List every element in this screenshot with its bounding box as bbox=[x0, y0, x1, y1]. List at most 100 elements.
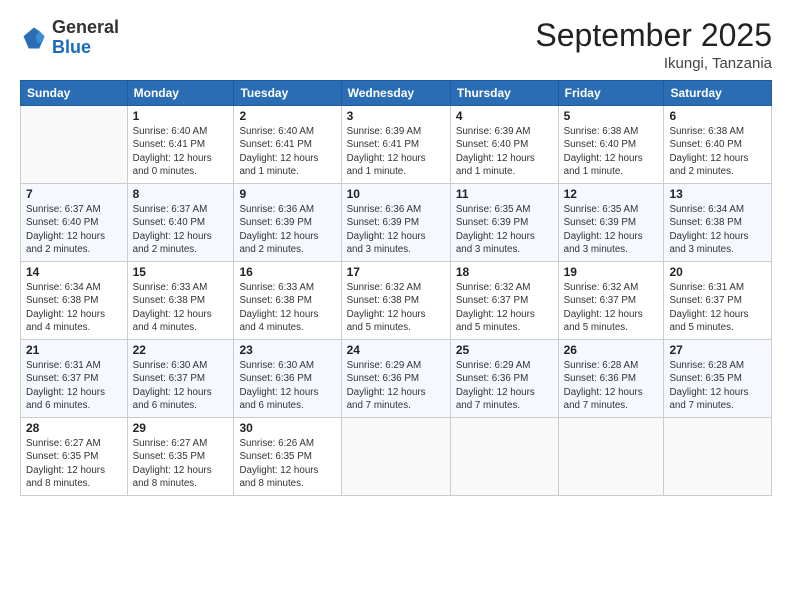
calendar-cell: 29 Sunrise: 6:27 AM Sunset: 6:35 PM Dayli… bbox=[127, 418, 234, 496]
day-info: Sunrise: 6:29 AM Sunset: 6:36 PM Dayligh… bbox=[347, 359, 445, 412]
calendar-cell bbox=[450, 418, 558, 496]
day-number: 28 bbox=[26, 421, 122, 435]
calendar-cell: 4Sunrise: 6:39 AM Sunset: 6:40 PM Daylig… bbox=[450, 106, 558, 184]
col-tuesday: Tuesday bbox=[234, 81, 341, 106]
day-info: Sunrise: 6:27 AM Sunset: 6:35 PM Dayligh… bbox=[26, 437, 122, 490]
day-number: 23 bbox=[239, 343, 335, 357]
logo-general: General bbox=[52, 17, 119, 37]
calendar-cell: 13 Sunrise: 6:34 AM Sunset: 6:38 PM Dayli… bbox=[664, 184, 772, 262]
day-number: 13 bbox=[669, 187, 766, 201]
day-info: Sunrise: 6:31 AM Sunset: 6:37 PM Dayligh… bbox=[26, 359, 122, 412]
day-number: 7 bbox=[26, 187, 122, 201]
location: Ikungi, Tanzania bbox=[535, 55, 772, 72]
day-info: Sunrise: 6:35 AM Sunset: 6:39 PM Dayligh… bbox=[564, 203, 659, 256]
day-number: 24 bbox=[347, 343, 445, 357]
calendar-header-row: Sunday Monday Tuesday Wednesday Thursday… bbox=[21, 81, 772, 106]
title-block: September 2025 Ikungi, Tanzania bbox=[535, 18, 772, 72]
day-number: 11 bbox=[456, 187, 553, 201]
calendar-cell: 18Sunrise: 6:32 AM Sunset: 6:37 PM Dayli… bbox=[450, 262, 558, 340]
day-number: 30 bbox=[239, 421, 335, 435]
calendar-cell: 21 Sunrise: 6:31 AM Sunset: 6:37 PM Dayli… bbox=[21, 340, 128, 418]
day-info: Sunrise: 6:37 AM Sunset: 6:40 PM Dayligh… bbox=[133, 203, 229, 256]
calendar-cell: 25 Sunrise: 6:29 AM Sunset: 6:36 PM Dayli… bbox=[450, 340, 558, 418]
calendar-cell: 2Sunrise: 6:40 AM Sunset: 6:41 PM Daylig… bbox=[234, 106, 341, 184]
day-number: 10 bbox=[347, 187, 445, 201]
day-info: Sunrise: 6:30 AM Sunset: 6:36 PM Dayligh… bbox=[239, 359, 335, 412]
day-info: Sunrise: 6:35 AM Sunset: 6:39 PM Dayligh… bbox=[456, 203, 553, 256]
day-number: 17 bbox=[347, 265, 445, 279]
day-number: 1 bbox=[133, 109, 229, 123]
calendar-cell: 10 Sunrise: 6:36 AM Sunset: 6:39 PM Dayli… bbox=[341, 184, 450, 262]
week-row-1: 1 Sunrise: 6:40 AM Sunset: 6:41 PM Daylig… bbox=[21, 106, 772, 184]
logo-icon bbox=[20, 24, 48, 52]
calendar-cell: 30Sunrise: 6:26 AM Sunset: 6:35 PM Dayli… bbox=[234, 418, 341, 496]
calendar-cell: 11 Sunrise: 6:35 AM Sunset: 6:39 PM Dayli… bbox=[450, 184, 558, 262]
day-info: Sunrise: 6:29 AM Sunset: 6:36 PM Dayligh… bbox=[456, 359, 553, 412]
day-info: Sunrise: 6:38 AM Sunset: 6:40 PM Dayligh… bbox=[564, 125, 659, 178]
day-number: 27 bbox=[669, 343, 766, 357]
day-info: Sunrise: 6:33 AM Sunset: 6:38 PM Dayligh… bbox=[239, 281, 335, 334]
day-info: Sunrise: 6:33 AM Sunset: 6:38 PM Dayligh… bbox=[133, 281, 229, 334]
calendar-cell: 6 Sunrise: 6:38 AM Sunset: 6:40 PM Daylig… bbox=[664, 106, 772, 184]
col-friday: Friday bbox=[558, 81, 664, 106]
day-number: 26 bbox=[564, 343, 659, 357]
calendar-cell: 24 Sunrise: 6:29 AM Sunset: 6:36 PM Dayli… bbox=[341, 340, 450, 418]
calendar-cell: 14Sunrise: 6:34 AM Sunset: 6:38 PM Dayli… bbox=[21, 262, 128, 340]
calendar-cell: 17Sunrise: 6:32 AM Sunset: 6:38 PM Dayli… bbox=[341, 262, 450, 340]
col-thursday: Thursday bbox=[450, 81, 558, 106]
calendar-cell bbox=[664, 418, 772, 496]
logo: General Blue bbox=[20, 18, 119, 58]
day-number: 21 bbox=[26, 343, 122, 357]
day-number: 25 bbox=[456, 343, 553, 357]
col-sunday: Sunday bbox=[21, 81, 128, 106]
day-info: Sunrise: 6:39 AM Sunset: 6:41 PM Dayligh… bbox=[347, 125, 445, 178]
day-info: Sunrise: 6:32 AM Sunset: 6:37 PM Dayligh… bbox=[456, 281, 553, 334]
day-number: 16 bbox=[239, 265, 335, 279]
calendar-cell: 16 Sunrise: 6:33 AM Sunset: 6:38 PM Dayli… bbox=[234, 262, 341, 340]
col-monday: Monday bbox=[127, 81, 234, 106]
day-number: 5 bbox=[564, 109, 659, 123]
calendar-cell: 15 Sunrise: 6:33 AM Sunset: 6:38 PM Dayli… bbox=[127, 262, 234, 340]
day-number: 22 bbox=[133, 343, 229, 357]
calendar-cell: 26Sunrise: 6:28 AM Sunset: 6:36 PM Dayli… bbox=[558, 340, 664, 418]
calendar-cell: 9 Sunrise: 6:36 AM Sunset: 6:39 PM Daylig… bbox=[234, 184, 341, 262]
day-info: Sunrise: 6:34 AM Sunset: 6:38 PM Dayligh… bbox=[26, 281, 122, 334]
day-info: Sunrise: 6:40 AM Sunset: 6:41 PM Dayligh… bbox=[133, 125, 229, 178]
day-number: 3 bbox=[347, 109, 445, 123]
calendar-cell: 3 Sunrise: 6:39 AM Sunset: 6:41 PM Daylig… bbox=[341, 106, 450, 184]
col-saturday: Saturday bbox=[664, 81, 772, 106]
page: General Blue September 2025 Ikungi, Tanz… bbox=[0, 0, 792, 612]
logo-text: General Blue bbox=[52, 18, 119, 58]
calendar-cell: 19Sunrise: 6:32 AM Sunset: 6:37 PM Dayli… bbox=[558, 262, 664, 340]
calendar: Sunday Monday Tuesday Wednesday Thursday… bbox=[20, 80, 772, 496]
week-row-4: 21 Sunrise: 6:31 AM Sunset: 6:37 PM Dayli… bbox=[21, 340, 772, 418]
week-row-5: 28 Sunrise: 6:27 AM Sunset: 6:35 PM Dayli… bbox=[21, 418, 772, 496]
day-info: Sunrise: 6:34 AM Sunset: 6:38 PM Dayligh… bbox=[669, 203, 766, 256]
day-number: 9 bbox=[239, 187, 335, 201]
day-number: 2 bbox=[239, 109, 335, 123]
day-info: Sunrise: 6:31 AM Sunset: 6:37 PM Dayligh… bbox=[669, 281, 766, 334]
day-number: 12 bbox=[564, 187, 659, 201]
day-info: Sunrise: 6:28 AM Sunset: 6:35 PM Dayligh… bbox=[669, 359, 766, 412]
calendar-cell bbox=[341, 418, 450, 496]
day-number: 19 bbox=[564, 265, 659, 279]
calendar-cell: 22Sunrise: 6:30 AM Sunset: 6:37 PM Dayli… bbox=[127, 340, 234, 418]
day-number: 15 bbox=[133, 265, 229, 279]
day-number: 29 bbox=[133, 421, 229, 435]
day-info: Sunrise: 6:37 AM Sunset: 6:40 PM Dayligh… bbox=[26, 203, 122, 256]
day-number: 6 bbox=[669, 109, 766, 123]
day-info: Sunrise: 6:36 AM Sunset: 6:39 PM Dayligh… bbox=[347, 203, 445, 256]
calendar-cell: 23 Sunrise: 6:30 AM Sunset: 6:36 PM Dayli… bbox=[234, 340, 341, 418]
day-number: 20 bbox=[669, 265, 766, 279]
col-wednesday: Wednesday bbox=[341, 81, 450, 106]
day-info: Sunrise: 6:36 AM Sunset: 6:39 PM Dayligh… bbox=[239, 203, 335, 256]
week-row-2: 7 Sunrise: 6:37 AM Sunset: 6:40 PM Daylig… bbox=[21, 184, 772, 262]
day-info: Sunrise: 6:38 AM Sunset: 6:40 PM Dayligh… bbox=[669, 125, 766, 178]
calendar-cell bbox=[558, 418, 664, 496]
day-number: 8 bbox=[133, 187, 229, 201]
calendar-cell: 5 Sunrise: 6:38 AM Sunset: 6:40 PM Daylig… bbox=[558, 106, 664, 184]
calendar-cell: 1 Sunrise: 6:40 AM Sunset: 6:41 PM Daylig… bbox=[127, 106, 234, 184]
day-info: Sunrise: 6:27 AM Sunset: 6:35 PM Dayligh… bbox=[133, 437, 229, 490]
calendar-cell: 20 Sunrise: 6:31 AM Sunset: 6:37 PM Dayli… bbox=[664, 262, 772, 340]
calendar-cell: 28 Sunrise: 6:27 AM Sunset: 6:35 PM Dayli… bbox=[21, 418, 128, 496]
